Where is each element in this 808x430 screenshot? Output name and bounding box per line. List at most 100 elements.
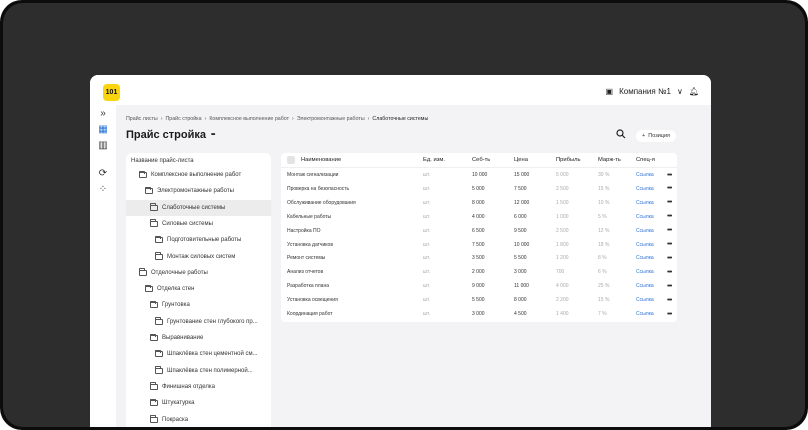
search-icon[interactable]	[616, 129, 626, 142]
spec-link[interactable]: Ссылка	[636, 279, 654, 293]
chevrons-right-icon[interactable]: »	[95, 106, 111, 120]
tree-item[interactable]: Выравнивание	[126, 330, 271, 346]
table-cell: 1 500	[556, 199, 569, 206]
row-menu-icon[interactable]: •••	[667, 251, 672, 265]
tree-item-label: Покраска	[162, 416, 189, 423]
spec-link[interactable]: Ссылка	[636, 224, 654, 238]
row-menu-icon[interactable]: •••	[667, 210, 672, 224]
tree-item[interactable]: Грунтовка	[126, 297, 271, 313]
app-window: 101 ▣ Компания №1 ∨ 🔔︎ » ▦ ▥ ⟳ ⁘ Прайс л…	[90, 75, 711, 427]
tree-item[interactable]: Грунтование стен глубокого пр...	[126, 314, 271, 330]
table-cell: Установка датчиков	[287, 241, 333, 248]
device-frame: 101 ▣ Компания №1 ∨ 🔔︎ » ▦ ▥ ⟳ ⁘ Прайс л…	[0, 0, 808, 430]
page-title: Прайс стройка	[126, 129, 207, 141]
spec-link[interactable]: Ссылка	[636, 293, 654, 307]
table-cell: Разработка плана	[287, 283, 329, 290]
tree-item[interactable]: Электромонтажные работы	[126, 183, 271, 199]
row-menu-icon[interactable]: •••	[667, 182, 672, 196]
row-menu-icon[interactable]: •••	[667, 279, 672, 293]
tree-item-label: Грунтовка	[162, 302, 190, 309]
table-cell: 8 000	[472, 199, 485, 206]
row-menu-icon[interactable]: •••	[667, 168, 672, 182]
tree-item[interactable]: Силовые системы	[126, 216, 271, 232]
table-cell: 3 000	[472, 311, 485, 317]
table-cell: 2 000	[472, 269, 485, 276]
toolbar: + Позиция	[616, 129, 676, 142]
spec-link[interactable]: Ссылка	[636, 251, 654, 265]
spec-link[interactable]: Ссылка	[636, 265, 654, 279]
breadcrumb-item[interactable]: Электромонтажные работы	[297, 116, 365, 122]
tree-item[interactable]: Отделка стен	[126, 281, 271, 297]
tree-item[interactable]: Шпаклёвка стен полимерной...	[126, 363, 271, 379]
tree-item[interactable]: Отделочные работы	[126, 265, 271, 281]
apps-grid-icon[interactable]: ⁘	[95, 182, 111, 196]
row-menu-icon[interactable]: •••	[667, 238, 672, 252]
column-header[interactable]: Ед. изм.	[423, 153, 445, 167]
table-cell: 1 200	[556, 255, 569, 262]
sync-icon[interactable]: ⟳	[95, 166, 111, 180]
tree-item-label: Силовые системы	[162, 220, 213, 227]
spec-link[interactable]: Ссылка	[636, 238, 654, 252]
spec-link[interactable]: Ссылка	[636, 210, 654, 224]
company-switcher[interactable]: ▣ Компания №1 ∨ 🔔︎	[606, 83, 699, 99]
table-cell: 18 %	[598, 241, 610, 248]
breadcrumb-current: Слаботочные системы	[372, 116, 429, 122]
folder-icon	[150, 415, 158, 423]
table-cell: 8 %	[598, 255, 607, 262]
add-position-button[interactable]: + Позиция	[636, 129, 676, 142]
table-cell: Настройка ПО	[287, 227, 321, 234]
table-cell: Ремонт системы	[287, 255, 326, 262]
table-cell: шт.	[423, 311, 431, 317]
column-header[interactable]: Себ-ть	[472, 153, 490, 167]
row-menu-icon[interactable]: •••	[667, 265, 672, 279]
tree-item-label: Подготовительные работы	[167, 237, 242, 244]
main-content: Прайс листы › Прайс стройка › Комплексное вы…	[116, 105, 711, 427]
tree-item[interactable]: Шпаклёвка стен цементной см...	[126, 346, 271, 362]
row-menu-icon[interactable]: •••	[667, 307, 672, 321]
chevron-down-icon[interactable]: ∨	[677, 87, 683, 96]
table-cell: 15 000	[514, 172, 530, 178]
tree-item-label: Финишная отделка	[162, 383, 215, 390]
bar-chart-icon[interactable]: ▥	[95, 138, 111, 152]
spec-link[interactable]: Ссылка	[636, 307, 654, 321]
price-list-tree: Название прайс-листа Комплексное выполне…	[126, 153, 271, 427]
tree-item[interactable]: Монтаж силовых систем	[126, 249, 271, 265]
more-options-icon[interactable]: •••	[211, 132, 215, 138]
table-cell: шт.	[423, 185, 431, 192]
table-cell: 25 %	[598, 283, 610, 290]
table-icon[interactable]: ▦	[95, 122, 111, 136]
breadcrumb-item[interactable]: Прайс листы	[126, 116, 158, 122]
breadcrumb-item[interactable]: Прайс стройка	[165, 116, 201, 122]
tree-item-label: Отделка стен	[157, 286, 195, 293]
table-cell: 15 %	[598, 185, 610, 192]
spec-link[interactable]: Ссылка	[636, 182, 654, 196]
tree-item[interactable]: Покраска	[126, 412, 271, 428]
select-all-checkbox[interactable]	[287, 156, 295, 164]
tree-item-label: Комплексное выполнение работ	[151, 172, 242, 178]
company-name: Компания №1	[619, 86, 671, 96]
row-menu-icon[interactable]: •••	[667, 196, 672, 210]
spec-link[interactable]: Ссылка	[636, 168, 654, 182]
row-menu-icon[interactable]: •••	[667, 293, 672, 307]
tree-item[interactable]: Комплексное выполнение работ	[126, 167, 271, 183]
bell-icon[interactable]: 🔔︎	[689, 87, 699, 96]
column-header[interactable]: Спец-я	[636, 153, 655, 167]
plus-icon: +	[642, 132, 646, 139]
table-cell: 7 500	[514, 185, 527, 192]
tree-item[interactable]: Финишная отделка	[126, 379, 271, 395]
column-header[interactable]: Прибыль	[556, 153, 581, 167]
spec-link[interactable]: Ссылка	[636, 196, 654, 210]
table-cell: Монтаж сигнализации	[287, 172, 339, 178]
breadcrumb-item[interactable]: Комплексное выполнение работ	[209, 116, 289, 122]
tree-item[interactable]: Слаботочные системы	[126, 199, 271, 216]
table-cell: 4 500	[514, 311, 527, 317]
device-screen: 101 ▣ Компания №1 ∨ 🔔︎ » ▦ ▥ ⟳ ⁘ Прайс л…	[3, 3, 805, 427]
table-cell: 1 000	[556, 213, 569, 220]
column-header[interactable]: Цена	[514, 153, 528, 167]
tree-item[interactable]: Подготовительные работы	[126, 232, 271, 248]
tree-item[interactable]: Штукатурка	[126, 395, 271, 411]
row-menu-icon[interactable]: •••	[667, 224, 672, 238]
column-header[interactable]: Марж-ть	[598, 153, 621, 167]
column-header[interactable]: Наименование	[301, 153, 341, 167]
app-logo[interactable]: 101	[103, 84, 120, 101]
